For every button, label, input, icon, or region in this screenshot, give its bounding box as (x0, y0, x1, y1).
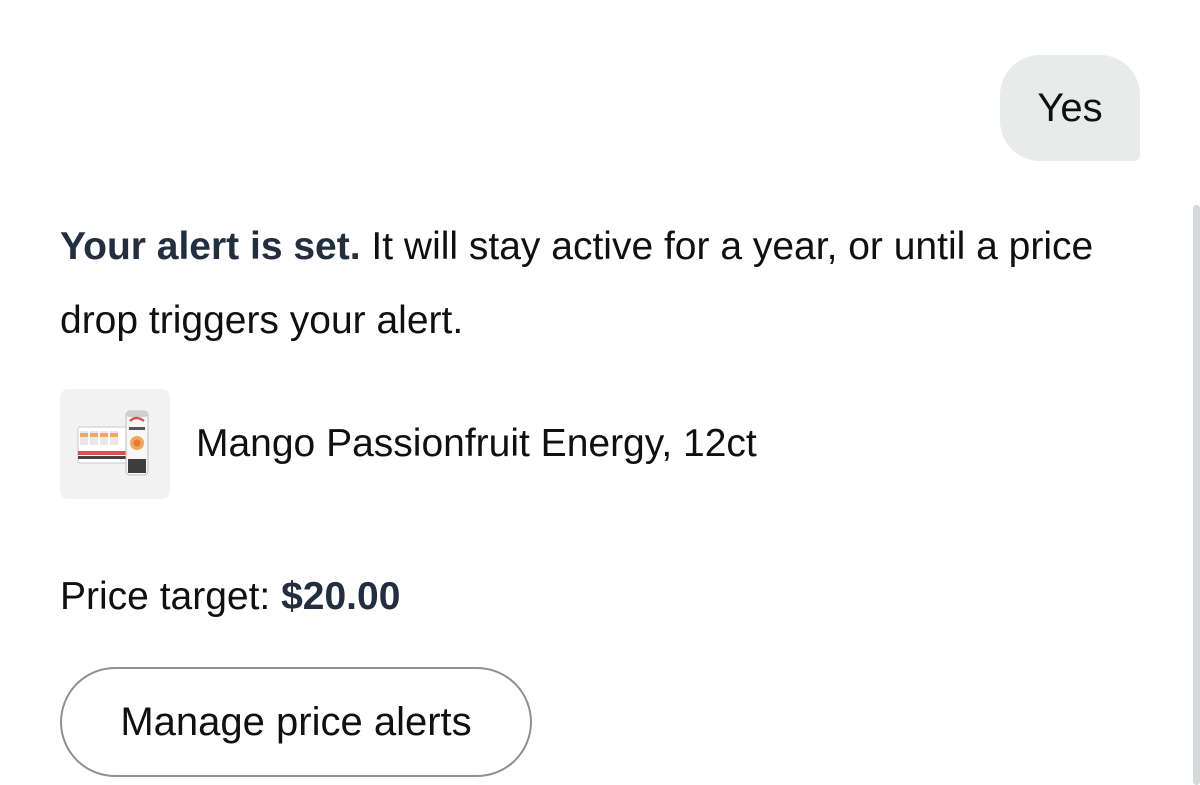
price-target-label: Price target: (60, 575, 282, 618)
energy-drink-pack-image (77, 410, 149, 476)
assistant-reply: Your alert is set. It will stay active f… (60, 210, 1140, 358)
alert-confirmation-heading: Your alert is set. (60, 225, 361, 268)
product-card[interactable]: Mango Passionfruit Energy, 12ct (60, 389, 757, 499)
product-name[interactable]: Mango Passionfruit Energy, 12ct (196, 422, 757, 466)
price-target: Price target: $20.00 (60, 575, 400, 619)
scrollbar[interactable] (1193, 205, 1200, 785)
user-message-bubble: Yes (1000, 55, 1140, 161)
user-message-text: Yes (1037, 85, 1103, 130)
product-thumbnail[interactable] (60, 389, 170, 499)
price-target-value: $20.00 (281, 575, 401, 618)
manage-price-alerts-button[interactable]: Manage price alerts (60, 667, 532, 777)
